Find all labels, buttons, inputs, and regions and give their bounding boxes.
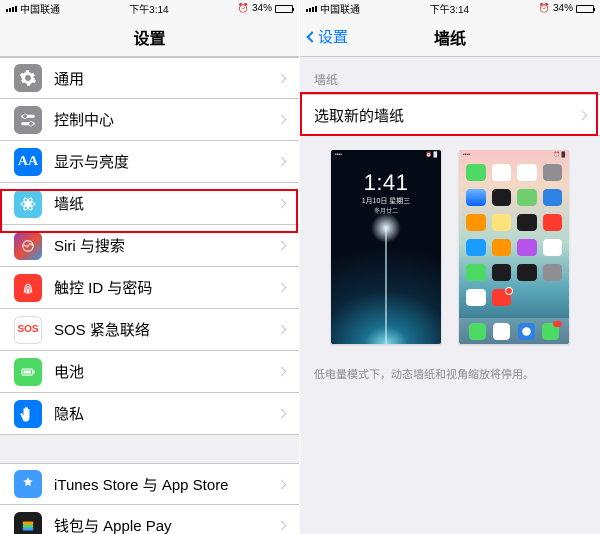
chevron-right-icon bbox=[277, 241, 287, 251]
battery-icon bbox=[14, 358, 42, 386]
carrier-label: 中国联通 bbox=[20, 1, 60, 16]
homescreen-preview[interactable]: ••••⏰ █ bbox=[459, 150, 569, 344]
signal-icon bbox=[306, 6, 317, 12]
chevron-right-icon bbox=[277, 325, 287, 335]
chevron-right-icon bbox=[277, 409, 287, 419]
chevron-right-icon bbox=[578, 110, 588, 120]
chevron-left-icon bbox=[306, 31, 317, 42]
chevron-right-icon bbox=[277, 479, 287, 489]
lockscreen-preview[interactable]: ••••⏰ █ 1:41 1月10日 星期三 冬月廿二 bbox=[331, 150, 441, 344]
row-wallpaper[interactable]: 墙纸 bbox=[0, 183, 299, 225]
lamp-post bbox=[385, 228, 387, 344]
wallpaper-previews: ••••⏰ █ 1:41 1月10日 星期三 冬月廿二 ••••⏰ █ bbox=[300, 136, 600, 358]
nav-bar: 设置 墙纸 bbox=[300, 17, 600, 57]
row-label: 隐私 bbox=[54, 403, 278, 424]
status-time: 下午3:14 bbox=[129, 1, 168, 16]
hand-icon bbox=[14, 400, 42, 428]
carrier-label: 中国联通 bbox=[320, 1, 360, 16]
nav-bar: 设置 bbox=[0, 17, 299, 57]
settings-list: 通用 控制中心 AA 显示与亮度 墙纸 bbox=[0, 57, 299, 435]
row-sos[interactable]: SOS SOS 紧急联络 bbox=[0, 309, 299, 351]
back-button[interactable]: 设置 bbox=[308, 26, 348, 47]
alarm-icon: ⏰ bbox=[539, 3, 550, 14]
row-choose-new-wallpaper[interactable]: 选取新的墙纸 bbox=[300, 94, 600, 136]
sos-icon: SOS bbox=[14, 316, 42, 344]
row-label: 选取新的墙纸 bbox=[314, 105, 579, 126]
preview-lunar: 冬月廿二 bbox=[331, 206, 441, 215]
appstore-icon bbox=[14, 470, 42, 498]
row-itunes-appstore[interactable]: iTunes Store 与 App Store bbox=[0, 463, 299, 505]
preview-time: 1:41 bbox=[331, 150, 441, 196]
siri-icon bbox=[14, 232, 42, 260]
chevron-right-icon bbox=[277, 115, 287, 125]
chevron-right-icon bbox=[277, 367, 287, 377]
battery-icon bbox=[576, 5, 594, 13]
flower-icon bbox=[14, 190, 42, 218]
gear-icon bbox=[14, 64, 42, 92]
chevron-right-icon bbox=[277, 73, 287, 83]
text-size-icon: AA bbox=[14, 148, 42, 176]
row-label: iTunes Store 与 App Store bbox=[54, 474, 278, 495]
row-label: Siri 与搜索 bbox=[54, 235, 278, 256]
row-display-brightness[interactable]: AA 显示与亮度 bbox=[0, 141, 299, 183]
row-label: 触控 ID 与密码 bbox=[54, 277, 278, 298]
settings-screen: 中国联通 下午3:14 ⏰ 34% 设置 通用 bbox=[0, 0, 300, 534]
footer-note: 低电量模式下，动态墙纸和视角缩放将停用。 bbox=[300, 358, 600, 390]
battery-percent: 34% bbox=[553, 3, 573, 14]
row-label: 墙纸 bbox=[54, 193, 278, 214]
row-label: 通用 bbox=[54, 68, 278, 89]
status-bar: 中国联通 下午3:14 ⏰ 34% bbox=[300, 0, 600, 17]
row-control-center[interactable]: 控制中心 bbox=[0, 99, 299, 141]
alarm-icon: ⏰ bbox=[238, 3, 249, 14]
row-wallet-applepay[interactable]: 钱包与 Apple Pay bbox=[0, 505, 299, 534]
switches-icon bbox=[14, 106, 42, 134]
chevron-right-icon bbox=[277, 199, 287, 209]
nav-title: 墙纸 bbox=[434, 25, 466, 49]
home-app-grid bbox=[466, 164, 562, 306]
status-time: 下午3:14 bbox=[430, 1, 469, 16]
signal-icon bbox=[6, 6, 17, 12]
status-bar: 中国联通 下午3:14 ⏰ 34% bbox=[0, 0, 299, 17]
row-label: 控制中心 bbox=[54, 109, 278, 130]
battery-icon bbox=[275, 5, 293, 13]
chevron-right-icon bbox=[277, 157, 287, 167]
row-label: SOS 紧急联络 bbox=[54, 319, 278, 340]
row-general[interactable]: 通用 bbox=[0, 57, 299, 99]
nav-title: 设置 bbox=[133, 25, 165, 49]
chevron-right-icon bbox=[277, 521, 287, 531]
preview-date: 1月10日 星期三 bbox=[331, 196, 441, 206]
section-header: 墙纸 bbox=[300, 57, 600, 94]
row-touchid-passcode[interactable]: 触控 ID 与密码 bbox=[0, 267, 299, 309]
settings-list-store: iTunes Store 与 App Store 钱包与 Apple Pay bbox=[0, 463, 299, 534]
row-siri-search[interactable]: Siri 与搜索 bbox=[0, 225, 299, 267]
wallet-icon bbox=[14, 512, 42, 534]
battery-percent: 34% bbox=[252, 3, 272, 14]
row-label: 显示与亮度 bbox=[54, 151, 278, 172]
chevron-right-icon bbox=[277, 283, 287, 293]
section-gap bbox=[0, 435, 299, 463]
fingerprint-icon bbox=[14, 274, 42, 302]
back-label: 设置 bbox=[318, 26, 348, 47]
row-label: 电池 bbox=[54, 361, 278, 382]
row-battery[interactable]: 电池 bbox=[0, 351, 299, 393]
row-label: 钱包与 Apple Pay bbox=[54, 515, 278, 534]
row-privacy[interactable]: 隐私 bbox=[0, 393, 299, 435]
home-dock bbox=[459, 318, 569, 344]
wallpaper-screen: 中国联通 下午3:14 ⏰ 34% 设置 墙纸 墙纸 选取新的墙纸 ••••⏰ … bbox=[300, 0, 600, 534]
